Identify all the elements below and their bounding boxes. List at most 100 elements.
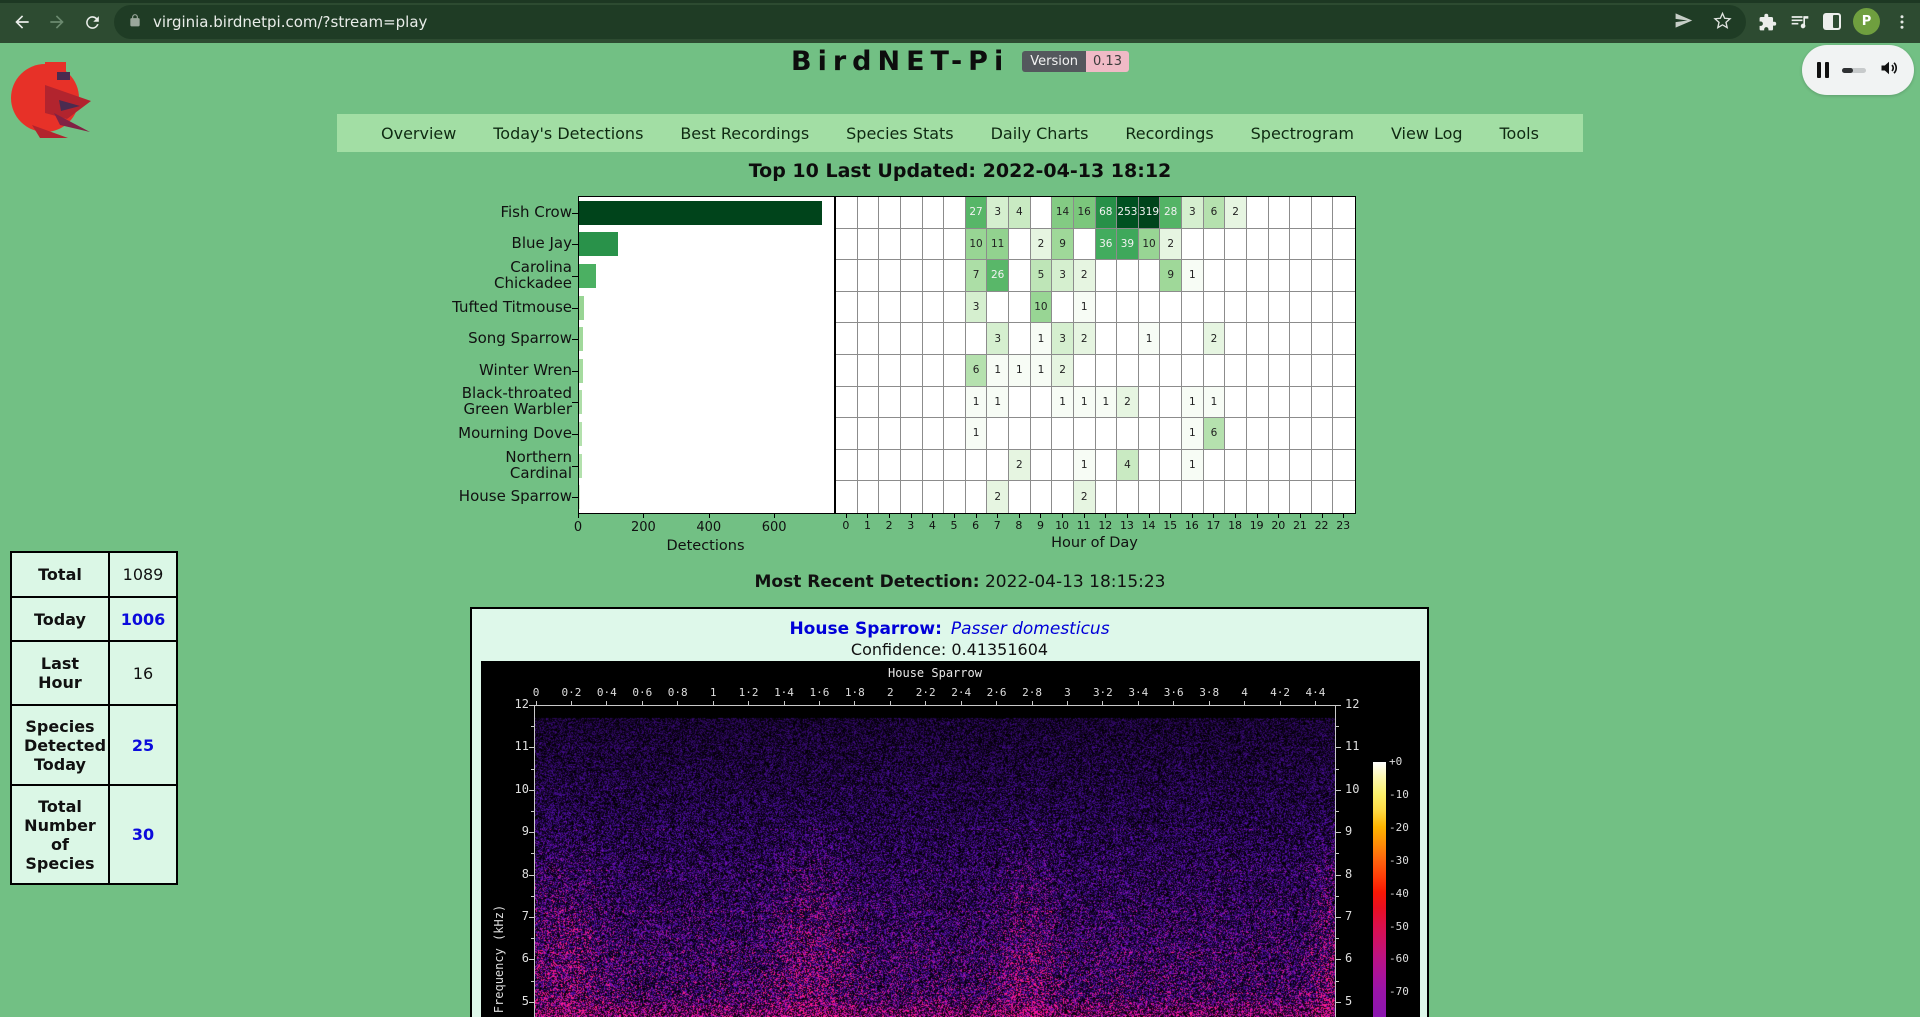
heatmap-cell bbox=[1074, 355, 1096, 387]
heatmap-cell: 6 bbox=[966, 355, 988, 387]
axis-tick bbox=[529, 1002, 534, 1003]
nav-item-view-log[interactable]: View Log bbox=[1391, 124, 1463, 143]
heatmap-cell bbox=[1333, 418, 1355, 450]
playlist-icon[interactable] bbox=[1789, 11, 1811, 33]
stats-value[interactable]: 25 bbox=[109, 705, 177, 785]
axis-tick-label: 10 bbox=[1345, 782, 1379, 796]
nav-item-today-s-detections[interactable]: Today's Detections bbox=[493, 124, 643, 143]
axis-tick bbox=[1209, 701, 1210, 705]
heatmap-cell bbox=[901, 387, 923, 419]
hour-axis-tick: 4 bbox=[921, 519, 943, 532]
heatmap-cell: 1 bbox=[1031, 355, 1053, 387]
heatmap-cell bbox=[1031, 418, 1053, 450]
menu-dots-icon[interactable] bbox=[1891, 11, 1913, 33]
version-label: Version bbox=[1022, 51, 1086, 72]
hour-axis-tick: 16 bbox=[1181, 519, 1203, 532]
heatmap-cell bbox=[1269, 387, 1291, 419]
back-icon[interactable] bbox=[11, 11, 33, 33]
axis-tick bbox=[1032, 701, 1033, 705]
colorbar-tick-label: +0 bbox=[1389, 755, 1402, 768]
heatmap-cell: 1 bbox=[1096, 387, 1118, 419]
heatmap-cell bbox=[1009, 387, 1031, 419]
species-common-name[interactable]: House Sparrow: bbox=[789, 619, 941, 639]
axis-tick-label: 11 bbox=[495, 739, 529, 753]
axis-tick-label: 0·8 bbox=[663, 686, 693, 699]
detections-bar bbox=[579, 454, 582, 478]
audio-player[interactable] bbox=[1802, 45, 1914, 95]
nav-item-tools[interactable]: Tools bbox=[1500, 124, 1539, 143]
nav-item-overview[interactable]: Overview bbox=[381, 124, 456, 143]
heatmap-cell: 3 bbox=[1052, 323, 1074, 355]
heatmap-cell bbox=[1139, 260, 1161, 292]
species-label: Blue Jay bbox=[250, 228, 572, 260]
axis-tick bbox=[531, 896, 534, 897]
heatmap-cell: 1 bbox=[1182, 450, 1204, 482]
nav-item-daily-charts[interactable]: Daily Charts bbox=[991, 124, 1089, 143]
heatmap-cell bbox=[879, 355, 901, 387]
stats-value: 16 bbox=[109, 641, 177, 705]
detections-bar bbox=[579, 390, 582, 414]
hour-axis-tick: 20 bbox=[1267, 519, 1289, 532]
nav-item-recordings[interactable]: Recordings bbox=[1125, 124, 1213, 143]
heatmap-cell bbox=[879, 197, 901, 229]
axis-tick bbox=[1336, 790, 1341, 791]
heatmap-cell bbox=[1225, 387, 1247, 419]
hour-axis-tick: 22 bbox=[1311, 519, 1333, 532]
heatmap-cell bbox=[858, 450, 880, 482]
colorbar-tick-label: -60 bbox=[1389, 952, 1409, 965]
heatmap-cell: 5 bbox=[1031, 260, 1053, 292]
species-scientific-name: Passer domesticus bbox=[951, 619, 1110, 639]
extensions-puzzle-icon[interactable] bbox=[1756, 11, 1778, 33]
address-bar[interactable]: virginia.birdnetpi.com/?stream=play bbox=[114, 5, 1746, 39]
nav-item-best-recordings[interactable]: Best Recordings bbox=[680, 124, 809, 143]
stats-value[interactable]: 30 bbox=[109, 785, 177, 884]
heatmap-cell bbox=[1312, 355, 1334, 387]
heatmap-cell bbox=[879, 229, 901, 261]
volume-icon[interactable] bbox=[1879, 58, 1899, 82]
heatmap-cell bbox=[1117, 481, 1139, 513]
detections-bar bbox=[579, 422, 582, 446]
axis-tick-label: 1·2 bbox=[734, 686, 764, 699]
nav-item-species-stats[interactable]: Species Stats bbox=[846, 124, 954, 143]
confidence-value: 0.41351604 bbox=[951, 640, 1048, 659]
seek-indicator[interactable] bbox=[1842, 68, 1866, 73]
heatmap-cell bbox=[1096, 481, 1118, 513]
heatmap-cell: 9 bbox=[1052, 229, 1074, 261]
heatmap-cell: 3 bbox=[1182, 197, 1204, 229]
axis-tick bbox=[1336, 853, 1339, 854]
hour-axis-tick: 2 bbox=[878, 519, 900, 532]
heatmap-cell: 253 bbox=[1117, 197, 1139, 229]
heatmap-cell bbox=[836, 481, 858, 513]
axis-tick bbox=[996, 701, 997, 705]
send-icon[interactable] bbox=[1674, 11, 1693, 34]
heatmap-cell: 2 bbox=[1009, 450, 1031, 482]
nav-item-spectrogram[interactable]: Spectrogram bbox=[1251, 124, 1354, 143]
heatmap-cell: 3 bbox=[1052, 260, 1074, 292]
bookmark-star-icon[interactable] bbox=[1713, 11, 1732, 34]
heatmap-cell bbox=[1225, 323, 1247, 355]
colorbar bbox=[1373, 762, 1386, 1017]
heatmap-cell: 4 bbox=[1009, 197, 1031, 229]
axis-tick bbox=[606, 701, 607, 705]
colorbar-tick-label: -40 bbox=[1389, 887, 1409, 900]
profile-avatar[interactable]: P bbox=[1853, 8, 1880, 35]
heatmap-cell bbox=[1117, 323, 1139, 355]
refresh-icon[interactable] bbox=[81, 11, 103, 33]
heatmap-cell: 2 bbox=[1074, 481, 1096, 513]
stats-value[interactable]: 1006 bbox=[109, 597, 177, 641]
heatmap-cell bbox=[858, 229, 880, 261]
axis-tick bbox=[1336, 726, 1339, 727]
heatmap-cell bbox=[1333, 481, 1355, 513]
side-panel-icon[interactable] bbox=[1823, 13, 1841, 30]
stats-label: Last Hour bbox=[11, 641, 109, 705]
url-text[interactable]: virginia.birdnetpi.com/?stream=play bbox=[153, 13, 427, 31]
heatmap-cell: 68 bbox=[1096, 197, 1118, 229]
heatmap-cell: 1 bbox=[1074, 292, 1096, 324]
axis-tick bbox=[531, 811, 534, 812]
pause-button[interactable] bbox=[1817, 62, 1829, 78]
stats-label: Species Detected Today bbox=[11, 705, 109, 785]
heatmap-cell: 1 bbox=[1074, 387, 1096, 419]
forward-icon[interactable] bbox=[46, 11, 68, 33]
heatmap-cell bbox=[923, 260, 945, 292]
heatmap-cell bbox=[836, 323, 858, 355]
